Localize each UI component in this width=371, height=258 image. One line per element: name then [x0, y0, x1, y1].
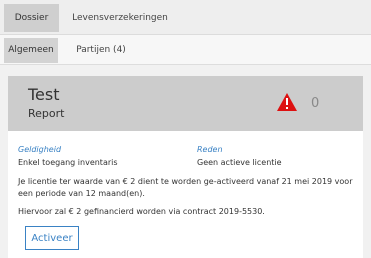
tab-dossier[interactable]: Dossier — [4, 4, 59, 32]
geldigheid-value: Enkel toegang inventaris — [18, 158, 118, 167]
license-card: Test Report 0 Geldigheid Enkel toegang i… — [8, 76, 363, 258]
license-message: Je licentie ter waarde van € 2 dient te … — [18, 177, 353, 198]
reden-value: Geen actieve licentie — [197, 158, 282, 167]
primary-tabs: Dossier Levensverzekeringen — [0, 0, 371, 35]
warning-count: 0 — [311, 96, 320, 111]
card-header: Test Report 0 — [8, 76, 363, 131]
card-title: Test — [28, 85, 60, 104]
tab-partijen[interactable]: Partijen (4) — [66, 38, 136, 63]
tab-algemeen[interactable]: Algemeen — [4, 38, 58, 63]
tab-levensverzekeringen[interactable]: Levensverzekeringen — [64, 4, 176, 32]
card-subtitle: Report — [28, 107, 65, 120]
geldigheid-label: Geldigheid — [18, 145, 62, 154]
financing-message: Hiervoor zal € 2 gefinancierd worden via… — [18, 207, 265, 216]
secondary-tabs: Algemeen Partijen (4) — [0, 35, 371, 65]
reden-label: Reden — [197, 145, 223, 154]
activate-button[interactable]: Activeer — [25, 226, 79, 250]
warning-triangle-icon — [277, 93, 297, 111]
